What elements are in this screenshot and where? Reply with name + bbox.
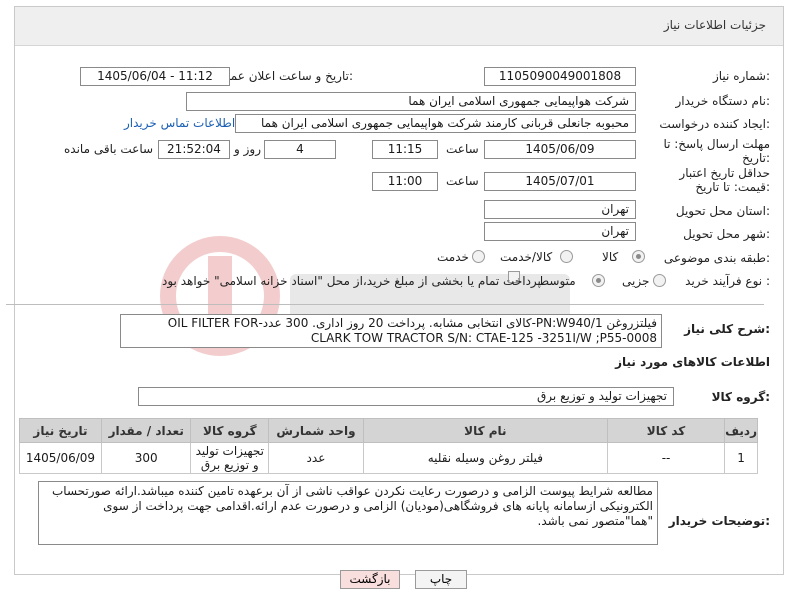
reply-deadline-time: 11:15 (372, 140, 438, 159)
print-button[interactable]: چاپ (415, 570, 467, 589)
remaining-time-label: ساعت باقی مانده (64, 142, 154, 156)
category-goods-radio[interactable] (632, 250, 645, 263)
page-title: جزئیات اطلاعات نیاز (663, 18, 766, 32)
col-date-header: تاریخ نیاز (19, 418, 102, 443)
purchase-minor-label: جزیی (622, 274, 650, 288)
reply-deadline-time-label: ساعت (446, 142, 479, 156)
reply-deadline-label: مهلت ارسال پاسخ: تا تاریخ: (663, 137, 770, 165)
purchase-type-label: نوع فرآیند خرید : (685, 274, 770, 288)
need-number-field: 1105090049001808 (484, 67, 636, 86)
section-divider (6, 304, 764, 305)
category-service-radio[interactable] (472, 250, 485, 263)
category-service-label: خدمت (437, 250, 469, 264)
panel-header: جزئیات اطلاعات نیاز (15, 7, 783, 46)
price-validity-time: 11:00 (372, 172, 438, 191)
table-header-row: ردیف کد کالا نام کالا واحد شمارش گروه کا… (19, 418, 758, 443)
goods-group-label: گروه کالا: (711, 390, 770, 404)
announce-datetime-field: 1405/06/04 - 11:12 (80, 67, 230, 86)
reply-deadline-date: 1405/06/09 (484, 140, 636, 159)
treasury-payment-note: پرداخت تمام یا بخشی از مبلغ خرید،از محل … (162, 274, 545, 288)
buyer-notes-field: مطالعه شرایط پیوست الزامی و درصورت رعایت… (38, 481, 658, 545)
col-unit-header: واحد شمارش (268, 418, 364, 443)
remaining-time-field: 21:52:04 (158, 140, 230, 159)
reply-days-field: 4 (264, 140, 336, 159)
price-validity-label: حداقل تاریخ اعتبار قیمت: تا تاریخ: (679, 166, 770, 194)
cell-qty: 300 (100, 442, 192, 474)
category-goods-service-label: کالا/خدمت (500, 250, 553, 264)
buyer-notes-label: توضیحات خریدار: (668, 514, 770, 528)
back-button[interactable]: بازگشت (340, 570, 400, 589)
requester-label: ایجاد کننده درخواست: (659, 117, 770, 131)
cell-row: 1 (724, 442, 758, 474)
cell-date: 1405/06/09 (19, 442, 102, 474)
need-number-label: شماره نیاز: (712, 69, 770, 83)
delivery-province-field: تهران (484, 200, 636, 219)
col-group-header: گروه کالا (190, 418, 270, 443)
col-qty-header: تعداد / مقدار (100, 418, 192, 443)
cell-code: -- (606, 442, 726, 474)
cell-group: تجهیزات تولید و توزیع برق (190, 442, 270, 474)
price-validity-time-label: ساعت (446, 174, 479, 188)
col-name-header: نام کالا (362, 418, 608, 443)
goods-section-title: اطلاعات کالاهای مورد نیاز (615, 355, 770, 369)
delivery-city-field: تهران (484, 222, 636, 241)
summary-field: فیلتزروغن PN:W940/1-کالای انتخابی مشابه.… (120, 314, 662, 348)
table-row: 1 -- فیلتر روغن وسیله نقلیه عدد تجهیزات … (19, 442, 758, 474)
delivery-city-label: شهر محل تحویل: (683, 227, 770, 241)
buyer-org-field: شرکت هواپیمایی جمهوری اسلامی ایران هما (186, 92, 636, 111)
reply-days-label: روز و (234, 142, 261, 156)
purchase-medium-radio[interactable] (592, 274, 605, 287)
price-validity-date: 1405/07/01 (484, 172, 636, 191)
col-row-header: ردیف (724, 418, 758, 443)
col-code-header: کد کالا (606, 418, 726, 443)
purchase-minor-radio[interactable] (653, 274, 666, 287)
cell-unit: عدد (268, 442, 364, 474)
category-goods-label: کالا (602, 250, 619, 264)
summary-label: شرح کلی نیاز: (684, 322, 770, 336)
buyer-org-label: نام دستگاه خریدار: (675, 94, 771, 108)
items-table: ردیف کد کالا نام کالا واحد شمارش گروه کا… (19, 418, 758, 474)
buyer-contact-link[interactable]: اطلاعات تماس خریدار (124, 116, 235, 130)
goods-group-field: تجهیزات تولید و توزیع برق (138, 387, 674, 406)
category-label: طبقه بندی موضوعی: (663, 251, 770, 265)
requester-field: محبوبه جانعلی قربانی کارمند شرکت هواپیما… (235, 114, 636, 133)
category-goods-service-radio[interactable] (560, 250, 573, 263)
delivery-province-label: استان محل تحویل: (675, 204, 770, 218)
cell-name: فیلتر روغن وسیله نقلیه (362, 442, 608, 474)
